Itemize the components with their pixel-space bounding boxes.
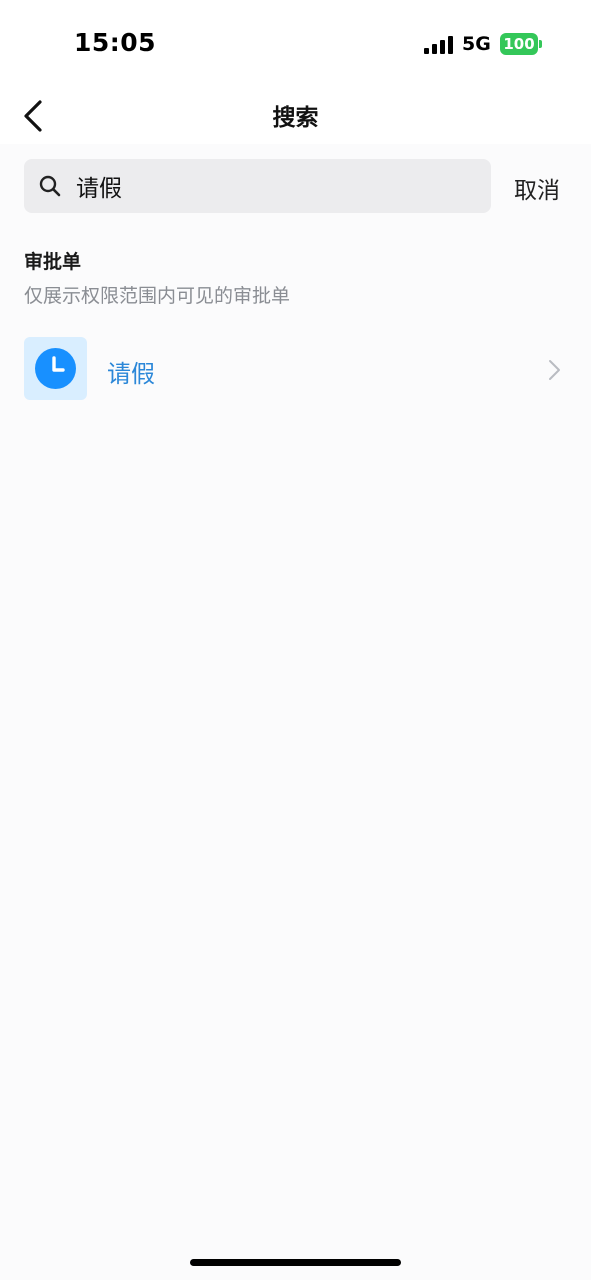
- back-button[interactable]: [16, 96, 56, 136]
- battery-tip: [539, 40, 542, 48]
- battery-icon: 100: [500, 33, 538, 55]
- search-icon: [39, 175, 61, 197]
- signal-bars-icon: [424, 36, 454, 54]
- section-title: 审批单: [24, 251, 82, 273]
- search-bar: 取消: [0, 144, 591, 228]
- section-description: 仅展示权限范围内可见的审批单: [24, 285, 291, 307]
- cancel-button[interactable]: 取消: [514, 171, 560, 205]
- chevron-right-icon: [549, 360, 560, 380]
- result-item-leave[interactable]: 请假: [0, 332, 591, 408]
- result-label: 请假: [107, 360, 155, 388]
- nav-bar: 搜索: [0, 86, 591, 144]
- network-label: 5G: [462, 33, 491, 55]
- search-box[interactable]: [24, 159, 491, 213]
- chevron-left-icon: [24, 100, 42, 132]
- search-input[interactable]: [76, 159, 476, 213]
- page-title: 搜索: [272, 105, 319, 131]
- home-indicator[interactable]: [190, 1259, 401, 1266]
- status-bar: 15:05 5G 100: [0, 0, 591, 86]
- status-time: 15:05: [74, 28, 157, 57]
- clock-icon: [35, 348, 76, 389]
- result-icon-box: [24, 337, 87, 400]
